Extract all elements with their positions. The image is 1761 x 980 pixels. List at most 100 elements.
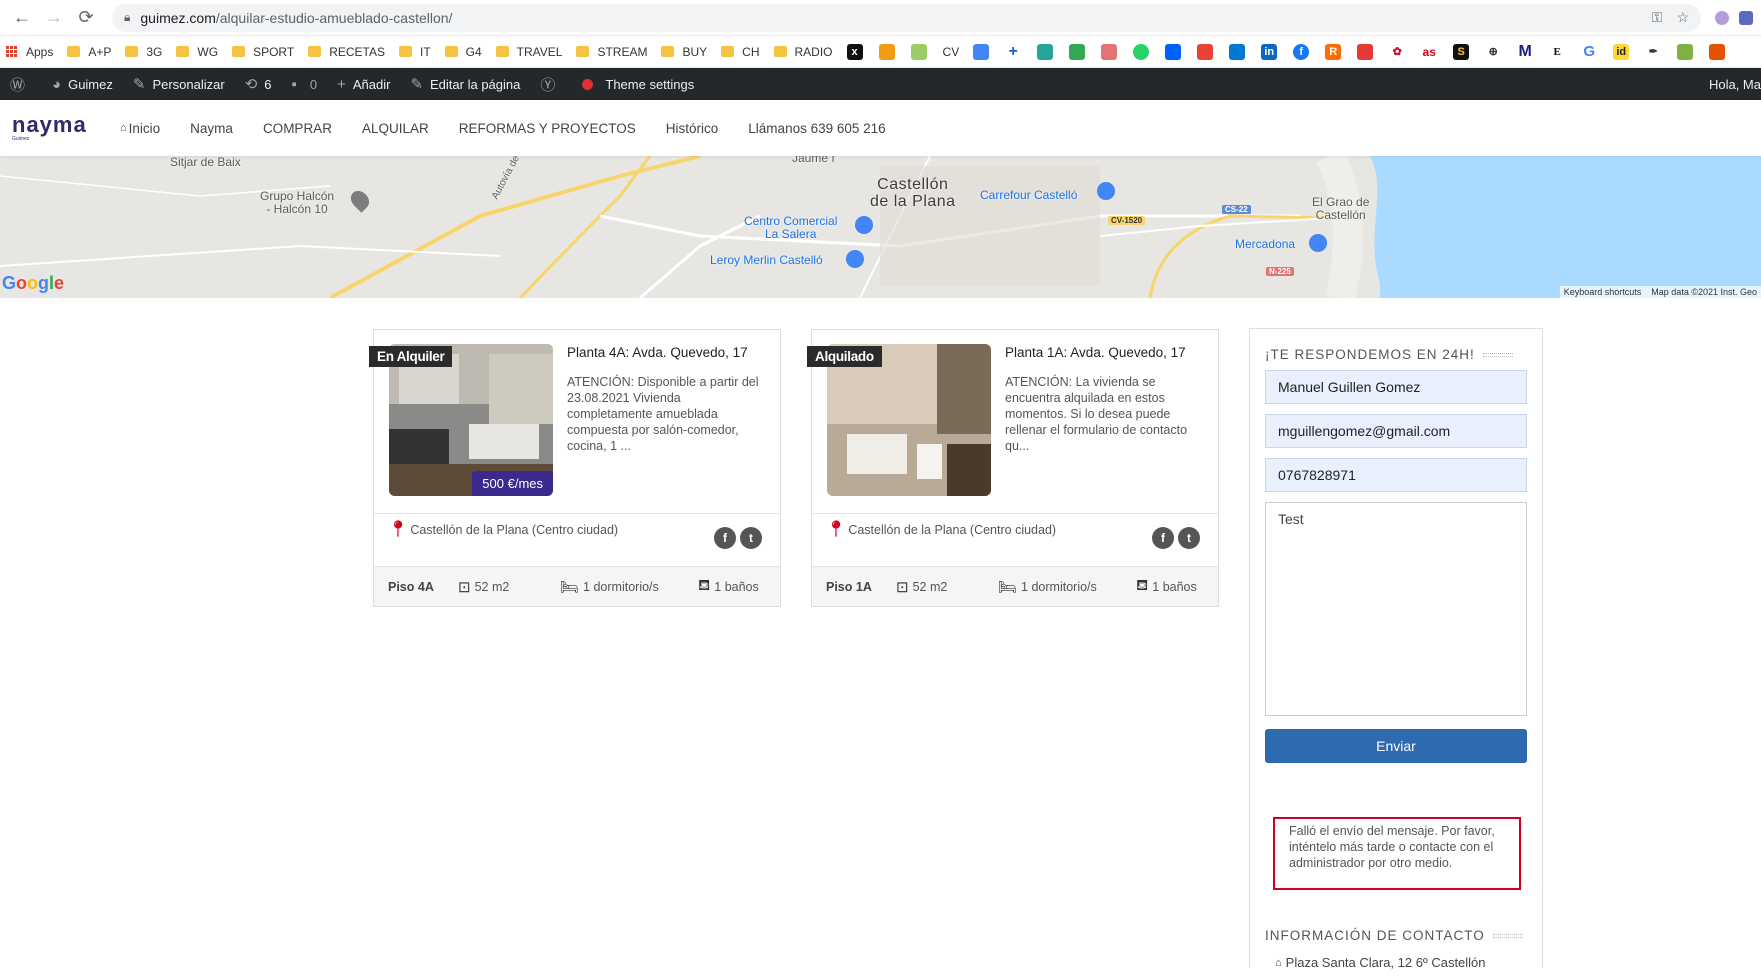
- android-bookmark-icon[interactable]: [1677, 43, 1694, 60]
- outlook-bookmark-icon[interactable]: [1229, 43, 1246, 60]
- bookmark-folder[interactable]: TRAVEL: [495, 45, 562, 59]
- forward-icon[interactable]: →: [40, 4, 68, 32]
- gmail-bookmark-icon[interactable]: [1197, 43, 1214, 60]
- bookmark-folder[interactable]: WG: [176, 45, 218, 59]
- huawei-bookmark-icon[interactable]: ✿: [1389, 43, 1406, 60]
- bookmark-folder[interactable]: A+P: [67, 45, 111, 59]
- carrefour-pin-icon[interactable]: [1097, 182, 1115, 200]
- shower-icon: ⛾: [1136, 577, 1149, 594]
- error-message: Falló el envío del mensaje. Por favor, i…: [1273, 817, 1521, 890]
- twitter-share-icon[interactable]: t: [740, 527, 762, 549]
- shield-bookmark-icon[interactable]: [1709, 43, 1726, 60]
- extension-icon[interactable]: [1739, 10, 1753, 25]
- bookmark-folder[interactable]: CH: [721, 45, 760, 59]
- star-icon[interactable]: ☆: [1676, 9, 1689, 26]
- wp-theme-settings[interactable]: Theme settings: [572, 68, 704, 100]
- wp-comments[interactable]: ▪ 0: [282, 68, 328, 100]
- bookmark-folder[interactable]: RADIO: [773, 45, 833, 59]
- bookmark-apps[interactable]: Apps: [6, 45, 53, 59]
- map-label-centro: Centro Comercial La Salera: [744, 214, 838, 241]
- site-logo[interactable]: nayma Guimez: [12, 110, 94, 146]
- m-bookmark-icon[interactable]: M: [1517, 43, 1534, 60]
- map-label-carrefour: Carrefour Castelló: [980, 188, 1078, 202]
- back-icon[interactable]: ←: [8, 4, 36, 32]
- apps-icon: [6, 45, 18, 58]
- facebook-share-icon[interactable]: f: [1152, 527, 1174, 549]
- email-field[interactable]: mguillengomez@gmail.com: [1265, 414, 1527, 448]
- wp-edit-page[interactable]: ✎ Editar la página: [400, 68, 530, 100]
- pen-bookmark-icon[interactable]: ✒: [1645, 43, 1662, 60]
- s-bookmark-icon[interactable]: S: [1453, 43, 1470, 60]
- facebook-share-icon[interactable]: f: [714, 527, 736, 549]
- menu-item-alquilar[interactable]: ALQUILAR: [362, 121, 429, 136]
- pen-extension-icon[interactable]: [1715, 10, 1729, 25]
- name-field[interactable]: Manuel Guillen Gomez: [1265, 370, 1527, 404]
- leroy-pin-icon[interactable]: [846, 250, 864, 268]
- as-bookmark-icon[interactable]: as: [1421, 43, 1438, 60]
- map-label-mercadona: Mercadona: [1235, 237, 1296, 251]
- divider: [374, 513, 780, 514]
- map-label-sitjar: Sitjar de Baix: [170, 156, 241, 169]
- r-bookmark-icon[interactable]: R: [1325, 43, 1342, 60]
- wp-new[interactable]: + Añadir: [327, 68, 400, 100]
- listing-ref: Piso 1A: [826, 579, 872, 594]
- plus-bookmark-icon[interactable]: +: [1005, 43, 1022, 60]
- road-badge-n225: N-225: [1266, 267, 1294, 276]
- wp-updates[interactable]: ⟲ 6: [235, 68, 282, 100]
- centro-pin-icon[interactable]: [855, 216, 873, 234]
- menu-item-phone[interactable]: Llámanos 639 605 216: [748, 121, 885, 136]
- chart-bookmark-icon[interactable]: [1037, 43, 1054, 60]
- menu-item-comprar[interactable]: COMPRAR: [263, 121, 332, 136]
- listing-card[interactable]: Alquilado Planta 1A: Avda. Quevedo, 17 A…: [807, 329, 1219, 607]
- bookmark-folder[interactable]: IT: [398, 45, 431, 59]
- map-data-text: Map data ©2021 Inst. Geo: [1651, 287, 1757, 297]
- bookmark-folder[interactable]: G4: [444, 45, 482, 59]
- reload-icon[interactable]: ⟳: [72, 4, 100, 32]
- bookmark-folder[interactable]: SPORT: [232, 45, 294, 59]
- menu-item-reformas[interactable]: REFORMAS Y PROYECTOS: [459, 121, 636, 136]
- bookmark-folder[interactable]: 3G: [125, 45, 162, 59]
- whatsapp-bookmark-icon[interactable]: [1133, 43, 1150, 60]
- wp-logo[interactable]: Ⓦ: [0, 68, 42, 100]
- x-bookmark-icon[interactable]: x: [846, 43, 863, 60]
- wp-yoast[interactable]: Ⓨ: [530, 68, 572, 100]
- bookmark-folder[interactable]: BUY: [661, 45, 707, 59]
- facebook-bookmark-icon[interactable]: f: [1293, 43, 1310, 60]
- wp-site-link[interactable]: ◕ Guimez: [42, 68, 123, 100]
- address-bar[interactable]: 🔒︎ guimez.com/alquilar-estudio-amueblado…: [112, 3, 1701, 32]
- menu-item-inicio[interactable]: ⌂ Inicio: [120, 121, 160, 136]
- wp-customize[interactable]: ✎ Personalizar: [123, 68, 235, 100]
- bookmark-cv[interactable]: CV: [943, 45, 960, 59]
- play-bookmark-icon[interactable]: [1069, 43, 1086, 60]
- twitter-share-icon[interactable]: t: [1178, 527, 1200, 549]
- green-bookmark-icon[interactable]: [910, 43, 927, 60]
- bookmark-folder[interactable]: STREAM: [576, 45, 647, 59]
- linkedin-bookmark-icon[interactable]: in: [1261, 43, 1278, 60]
- dropbox-bookmark-icon[interactable]: [1165, 43, 1182, 60]
- map[interactable]: Sitjar de Baix Grupo Halcón - Halcón 10 …: [0, 156, 1761, 298]
- menu-item-historico[interactable]: Histórico: [666, 121, 719, 136]
- send-button[interactable]: Enviar: [1265, 729, 1527, 763]
- translate-bookmark-icon[interactable]: [973, 43, 990, 60]
- listing-card[interactable]: En Alquiler 500 €/mes Planta 4A: Avda. Q…: [369, 329, 781, 607]
- folder-icon: [576, 46, 590, 57]
- message-field[interactable]: Test: [1265, 502, 1527, 716]
- listing-title[interactable]: Planta 4A: Avda. Quevedo, 17: [567, 345, 748, 360]
- bookmark-folder[interactable]: RECETAS: [308, 45, 385, 59]
- key-icon[interactable]: ⚿: [1652, 9, 1663, 26]
- globe-bookmark-icon[interactable]: ⊕: [1485, 43, 1502, 60]
- wp-greeting[interactable]: Hola, Ma: [1699, 68, 1761, 100]
- keyboard-shortcuts-link[interactable]: Keyboard shortcuts: [1564, 287, 1642, 297]
- red-bookmark-icon[interactable]: [1357, 43, 1374, 60]
- listing-title[interactable]: Planta 1A: Avda. Quevedo, 17: [1005, 345, 1186, 360]
- id-bookmark-icon[interactable]: id: [1613, 43, 1630, 60]
- google-bookmark-icon[interactable]: G: [1581, 43, 1598, 60]
- mercadona-pin-icon[interactable]: [1309, 234, 1327, 252]
- orange-bookmark-icon[interactable]: [878, 43, 895, 60]
- phone-field[interactable]: 0767828971: [1265, 458, 1527, 492]
- contact-address: ⌂ Plaza Santa Clara, 12 6º Castellón: [1275, 955, 1486, 970]
- e-bookmark-icon[interactable]: E: [1549, 43, 1566, 60]
- menu-item-nayma[interactable]: Nayma: [190, 121, 233, 136]
- gear-bookmark-icon[interactable]: [1101, 43, 1118, 60]
- bookmarks-bar: Apps A+P 3G WG SPORT RECETAS IT G4 TRAVE…: [0, 36, 1761, 68]
